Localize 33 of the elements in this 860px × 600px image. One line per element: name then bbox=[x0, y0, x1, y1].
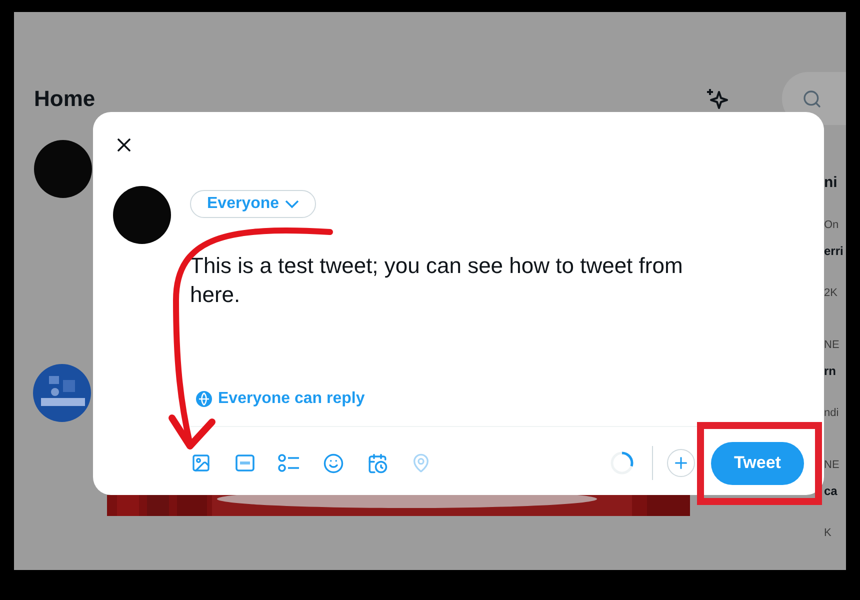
toolbar-button[interactable] bbox=[190, 452, 212, 474]
audience-dropdown[interactable]: Everyone bbox=[190, 190, 316, 218]
chevron-down-icon bbox=[285, 199, 300, 209]
character-counter bbox=[610, 451, 634, 475]
list-icon bbox=[278, 453, 300, 473]
trend-text: rn bbox=[824, 363, 836, 380]
search-icon bbox=[802, 88, 822, 108]
trend-text: ni bbox=[824, 173, 838, 193]
tweet-text[interactable]: This is a test tweet; you can see how to tweet from here. bbox=[190, 251, 735, 309]
trend-text: erri bbox=[824, 243, 844, 260]
image-icon bbox=[191, 453, 211, 473]
calendar-clock-icon bbox=[366, 452, 388, 474]
gif-icon bbox=[235, 454, 255, 472]
trend-text: ca bbox=[824, 483, 838, 500]
trend-text: K bbox=[824, 526, 832, 541]
sparkle-icon[interactable] bbox=[706, 86, 730, 110]
trend-text: NE bbox=[824, 458, 840, 473]
tweet-button[interactable]: Tweet bbox=[711, 442, 804, 484]
toolbar-button[interactable] bbox=[366, 452, 388, 474]
page-title: Home bbox=[34, 86, 96, 112]
trend-text: 2K bbox=[824, 286, 838, 301]
toolbar-button[interactable] bbox=[234, 452, 256, 474]
emoji-icon bbox=[322, 452, 344, 474]
add-button[interactable] bbox=[667, 449, 695, 477]
trend-text: ndi bbox=[824, 406, 839, 421]
reply-setting-button[interactable]: Everyone can reply bbox=[190, 390, 365, 408]
toolbar-button[interactable] bbox=[278, 452, 300, 474]
globe-icon bbox=[196, 391, 212, 407]
plus-icon bbox=[672, 454, 690, 472]
toolbar-button[interactable] bbox=[322, 452, 344, 474]
trend-text: On bbox=[824, 218, 839, 233]
trend-text: NE bbox=[824, 338, 840, 353]
map-pin-icon bbox=[411, 453, 431, 473]
